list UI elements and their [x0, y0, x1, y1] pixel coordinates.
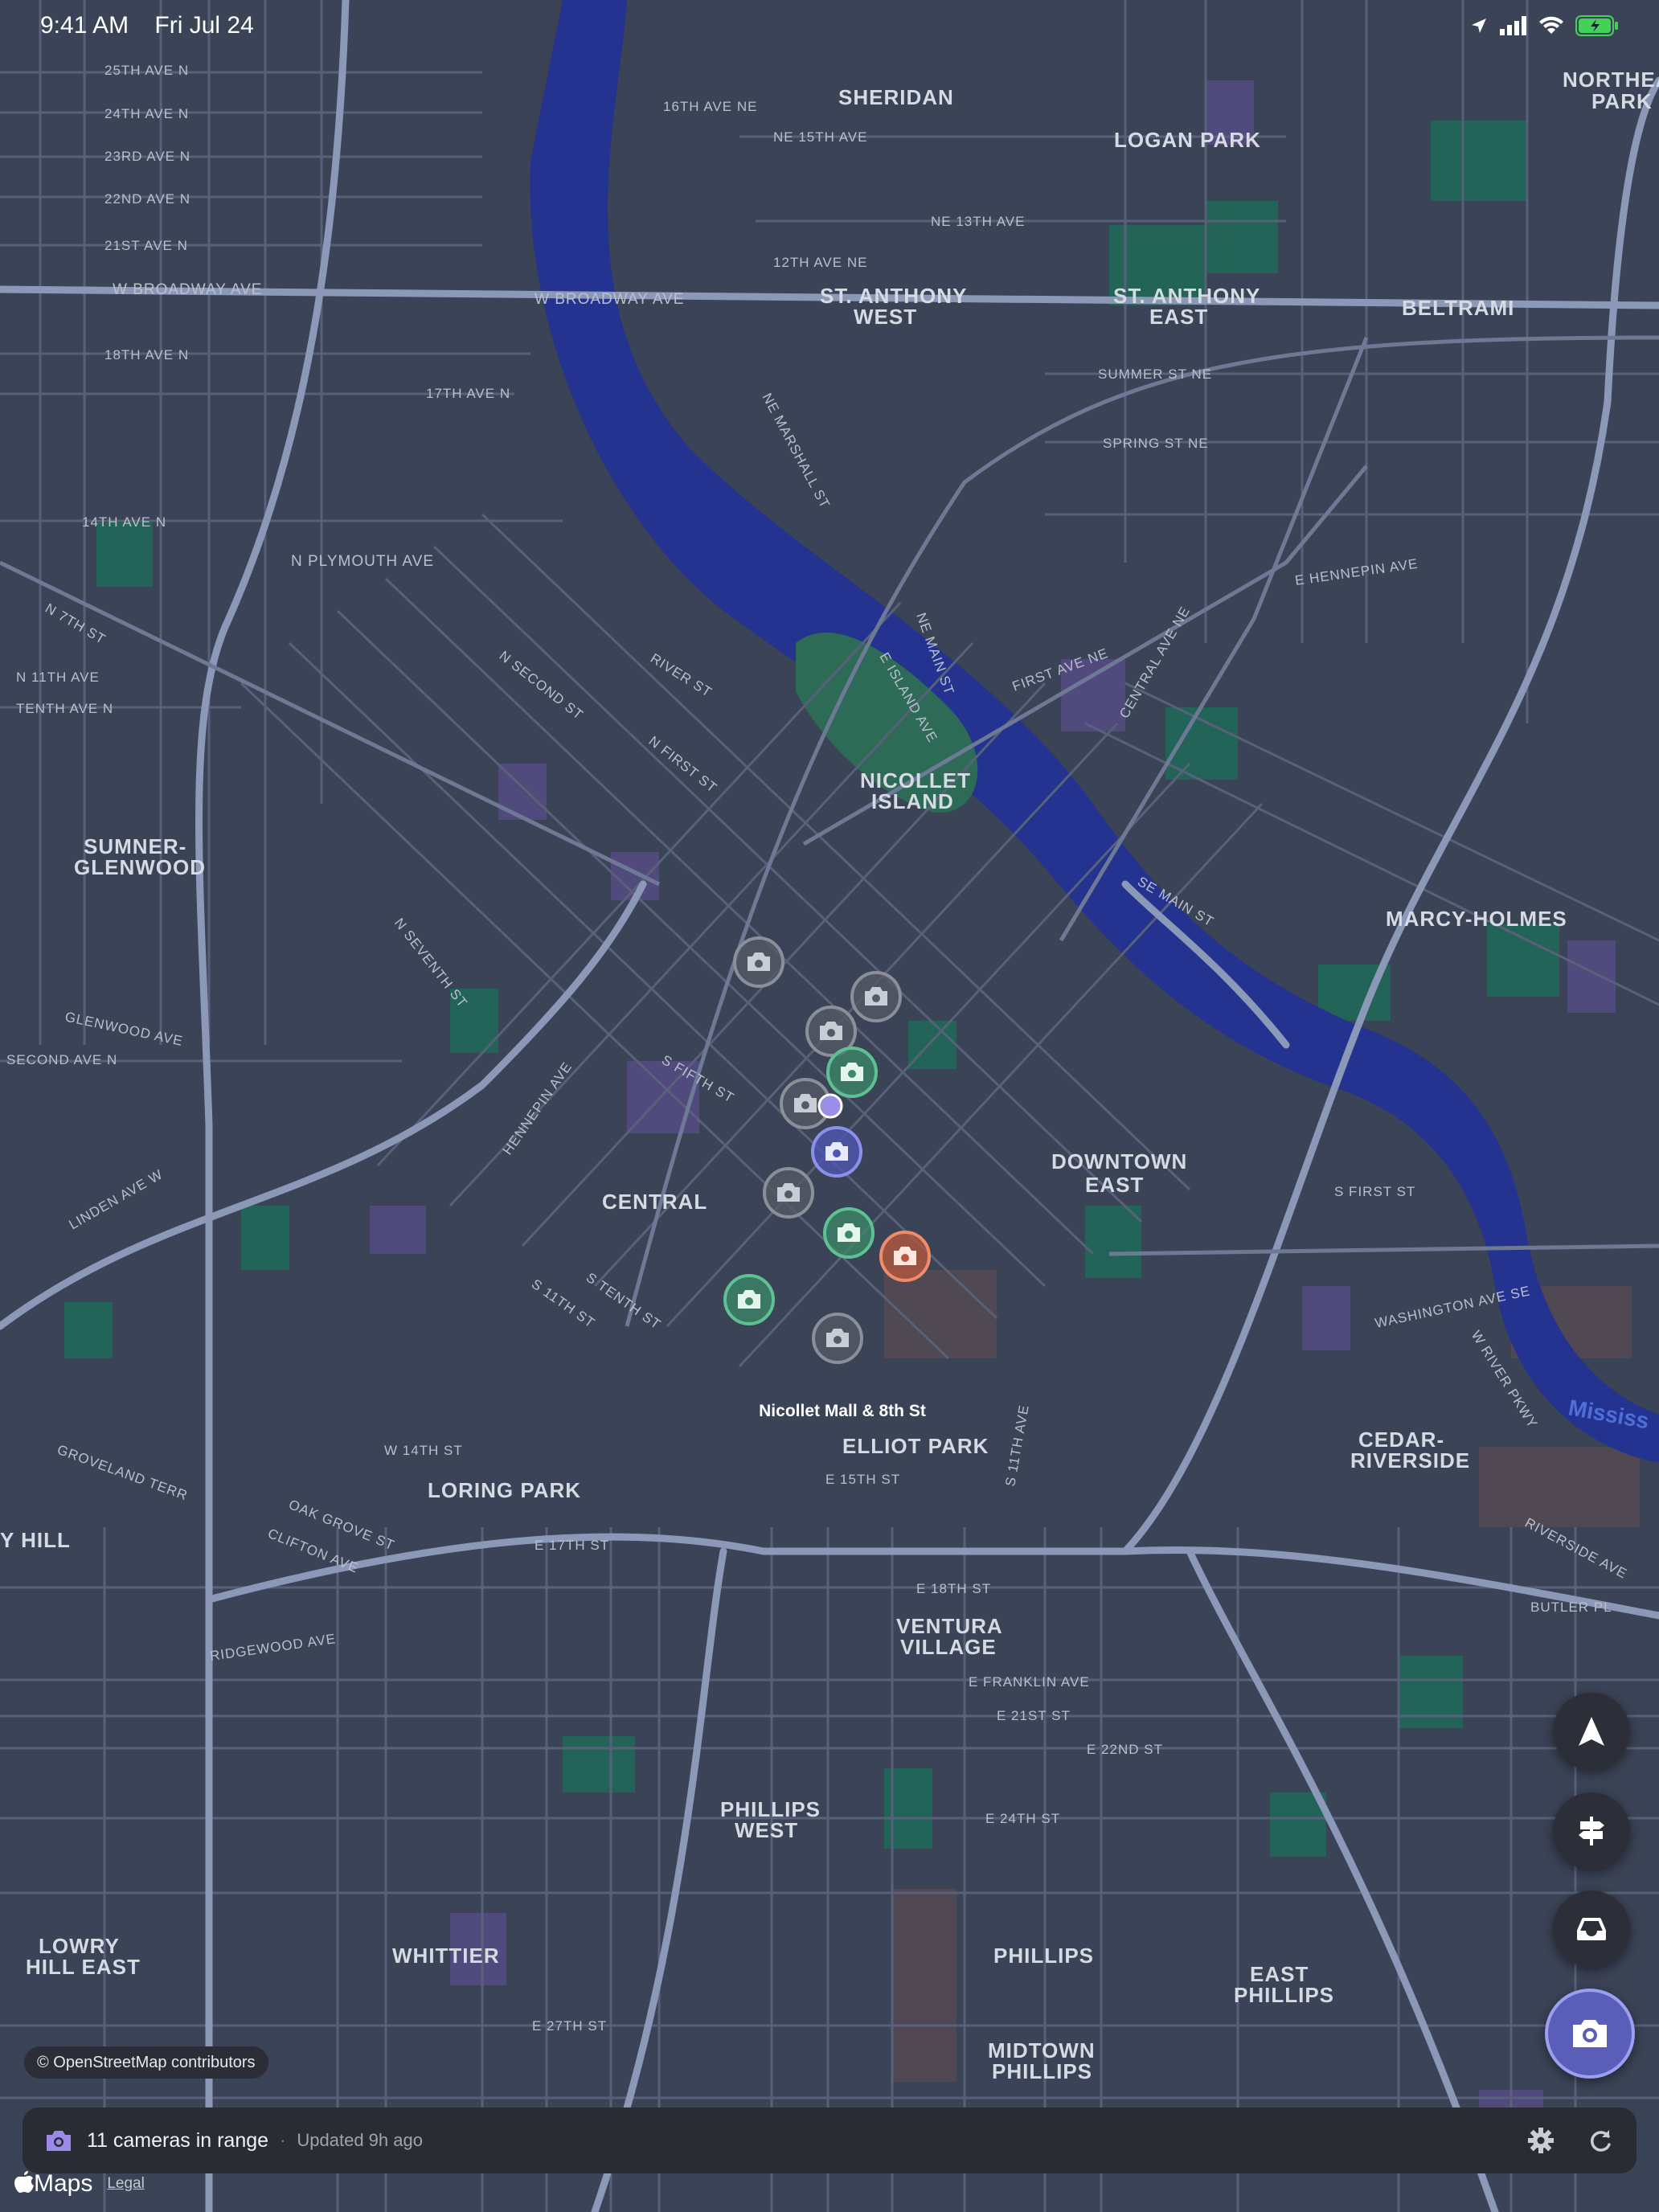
street-label: E 17TH ST	[535, 1538, 609, 1553]
status-bar: 9:41 AM Fri Jul 24	[0, 0, 1659, 51]
apple-logo-icon	[14, 2171, 34, 2193]
maps-name: Maps	[34, 2170, 93, 2197]
camera-marker[interactable]	[811, 1126, 862, 1178]
hood-label: EAST	[1085, 1173, 1144, 1197]
camera-marker[interactable]	[733, 936, 784, 988]
hood-label: GLENWOOD	[74, 855, 206, 879]
street-label: 24TH AVE N	[104, 106, 189, 121]
place-label: Nicollet Mall & 8th St	[759, 1402, 926, 1420]
hood-label: PHILLIPS	[992, 2059, 1092, 2083]
street-label: BUTLER PL	[1530, 1600, 1612, 1615]
location-icon	[1472, 18, 1486, 33]
inbox-button[interactable]	[1553, 1890, 1630, 1968]
street-label: SECOND AVE N	[6, 1052, 117, 1067]
battery-icon	[1575, 15, 1618, 36]
street-label: S FIRST ST	[1334, 1184, 1415, 1199]
camera-marker[interactable]	[823, 1207, 875, 1259]
wifi-icon	[1539, 16, 1563, 34]
street-label: E 22ND ST	[1087, 1742, 1163, 1757]
street-label: E 24TH ST	[985, 1811, 1060, 1826]
street-label: NE 13TH AVE	[931, 214, 1025, 229]
status-time: 9:41 AM	[40, 12, 129, 39]
hood-label: EAST	[1149, 305, 1208, 329]
hood-label: PARK	[1591, 89, 1653, 113]
camera-marker[interactable]	[826, 1047, 878, 1098]
hood-label: HILL EAST	[26, 1955, 141, 1979]
hood-label: LORING PARK	[428, 1478, 581, 1502]
hood-label: NORTHEAST	[1563, 68, 1659, 92]
street-label: E 27TH ST	[532, 2018, 607, 2034]
street-label: W BROADWAY AVE	[535, 291, 684, 308]
camera-marker[interactable]	[879, 1231, 931, 1282]
street-label: 12TH AVE NE	[773, 255, 867, 270]
street-label: W BROADWAY AVE	[113, 281, 262, 298]
camera-marker[interactable]	[763, 1167, 814, 1219]
street-label: W 14TH ST	[384, 1443, 463, 1458]
status-date: Fri Jul 24	[154, 12, 254, 39]
maps-brand: Maps Legal	[14, 2170, 145, 2198]
attribution-text: © OpenStreetMap contributors	[37, 2053, 256, 2071]
hood-label: PHILLIPS	[993, 1944, 1094, 1968]
hood-label: RIVERSIDE	[1350, 1448, 1470, 1473]
camera-status-bar: 11 cameras in range · Updated 9h ago	[23, 2108, 1636, 2173]
hood-label: PHILLIPS	[1234, 1983, 1334, 2007]
hood-label: LOGAN PARK	[1114, 128, 1261, 152]
legal-link[interactable]: Legal	[107, 2175, 145, 2193]
tray-icon	[1577, 1918, 1606, 1940]
street-label: SUMMER ST NE	[1098, 367, 1212, 382]
camera-icon	[47, 2131, 71, 2151]
street-label: TENTH AVE N	[16, 701, 113, 716]
street-label: 21ST AVE N	[104, 238, 188, 253]
hood-label: SHERIDAN	[838, 85, 954, 109]
camera-marker[interactable]	[812, 1313, 863, 1364]
street-label: 17TH AVE N	[426, 386, 510, 401]
updated-time: Updated 9h ago	[297, 2130, 423, 2150]
camera-button[interactable]	[1545, 1989, 1635, 2079]
camera-marker[interactable]	[850, 971, 902, 1022]
hood-label: ELLIOT PARK	[842, 1434, 989, 1458]
street-label: N PLYMOUTH AVE	[291, 553, 434, 570]
street-label: 18TH AVE N	[104, 347, 189, 363]
hood-label: WHITTIER	[392, 1944, 500, 1968]
street-label: 25TH AVE N	[104, 63, 189, 78]
directions-button[interactable]	[1553, 1792, 1630, 1870]
hood-label: BELTRAMI	[1402, 296, 1514, 320]
camera-count: 11 cameras in range	[87, 2128, 269, 2152]
street-label: 23RD AVE N	[104, 149, 190, 164]
hood-label: CENTRAL	[602, 1190, 707, 1214]
street-label: 16TH AVE NE	[663, 99, 757, 114]
map-canvas[interactable]: SHERIDAN LOGAN PARK NORTHEAST PARK ST. A…	[0, 0, 1659, 2212]
hood-label: WEST	[735, 1818, 798, 1842]
street-label: 22ND AVE N	[104, 191, 190, 207]
street-label: E 18TH ST	[916, 1581, 991, 1596]
street-label: E 21ST ST	[997, 1708, 1071, 1723]
signpost-icon	[1579, 1817, 1604, 1845]
separator: ·	[280, 2130, 286, 2150]
selected-location-dot	[817, 1093, 843, 1119]
hood-label: VILLAGE	[900, 1635, 997, 1659]
map-attribution[interactable]: © OpenStreetMap contributors	[24, 2046, 268, 2079]
hood-label: MARCY-HOLMES	[1386, 907, 1567, 931]
refresh-icon[interactable]	[1587, 2127, 1614, 2154]
street-label: N 11TH AVE	[16, 670, 100, 685]
location-arrow-icon	[1579, 1717, 1604, 1746]
camera-marker[interactable]	[723, 1274, 775, 1325]
street-label: 14TH AVE N	[82, 514, 166, 530]
street-label: NE 15TH AVE	[773, 129, 867, 145]
camera-icon	[1573, 2020, 1607, 2047]
cellular-signal-icon	[1500, 16, 1526, 35]
settings-gear-icon[interactable]	[1527, 2127, 1555, 2154]
hood-label: Y HILL	[0, 1528, 71, 1552]
hood-label: WEST	[854, 305, 917, 329]
street-label: E 15TH ST	[825, 1472, 900, 1487]
hood-label: DOWNTOWN	[1051, 1149, 1187, 1174]
locate-button[interactable]	[1553, 1693, 1630, 1770]
maps-logo: Maps	[14, 2170, 92, 2198]
street-label: E FRANKLIN AVE	[969, 1674, 1090, 1690]
hood-label: ISLAND	[871, 789, 954, 813]
street-label: SPRING ST NE	[1103, 436, 1209, 451]
